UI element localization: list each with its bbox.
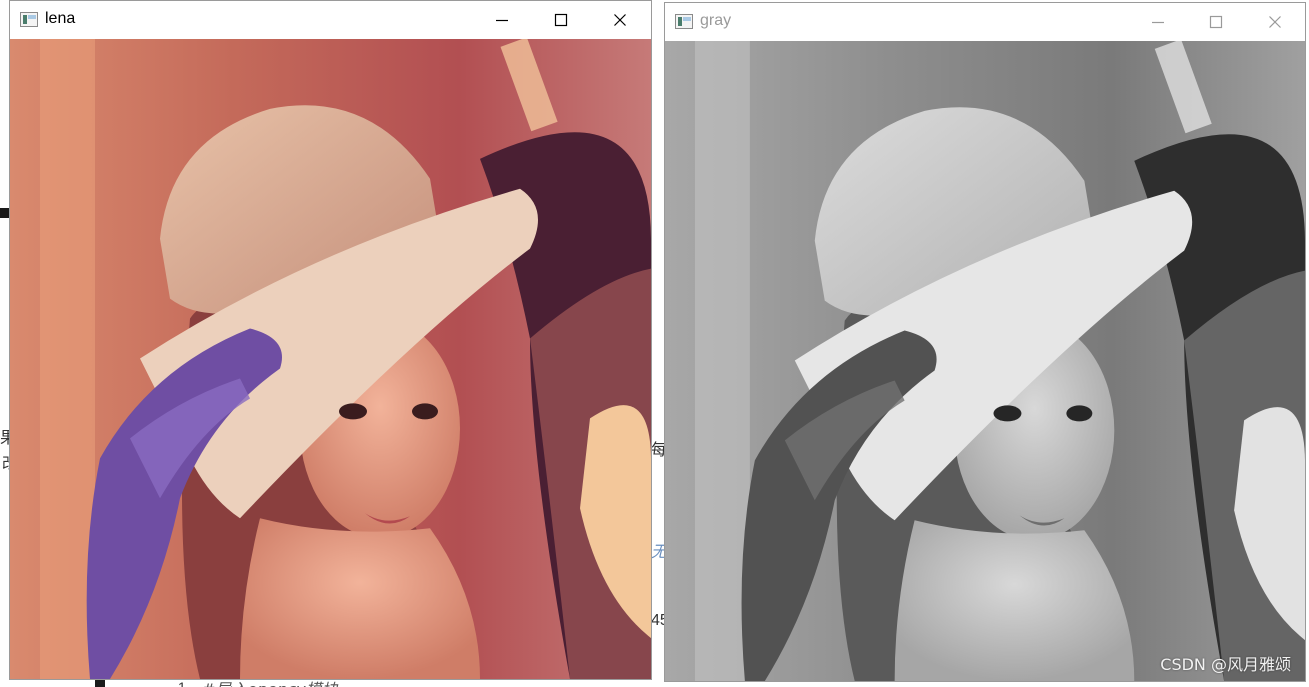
app-icon bbox=[20, 12, 38, 27]
lena-window[interactable]: lena bbox=[9, 0, 652, 680]
maximize-button[interactable] bbox=[532, 1, 590, 39]
gray-image: CSDN @风月雅颂 bbox=[665, 41, 1305, 681]
minimize-button[interactable] bbox=[473, 1, 531, 39]
lena-titlebar[interactable]: lena bbox=[10, 1, 651, 39]
minimize-icon bbox=[496, 19, 508, 22]
close-icon bbox=[614, 14, 626, 26]
gray-window-title: gray bbox=[700, 12, 732, 29]
minimize-button[interactable] bbox=[1129, 3, 1187, 41]
lena-image bbox=[10, 39, 651, 679]
grayscale-portrait-image bbox=[665, 41, 1305, 681]
gray-titlebar[interactable]: gray bbox=[665, 3, 1305, 41]
close-icon bbox=[1269, 16, 1281, 28]
close-button[interactable] bbox=[1246, 3, 1304, 41]
watermark-text: CSDN @风月雅颂 bbox=[1160, 655, 1291, 674]
lena-window-title: lena bbox=[45, 10, 76, 27]
code-line-number: 1 bbox=[178, 679, 186, 687]
color-portrait-image bbox=[10, 39, 651, 679]
minimize-icon bbox=[1152, 21, 1164, 24]
maximize-icon bbox=[554, 13, 568, 27]
app-icon bbox=[675, 14, 693, 29]
maximize-icon bbox=[1209, 15, 1223, 29]
close-button[interactable] bbox=[591, 1, 649, 39]
maximize-button[interactable] bbox=[1187, 3, 1245, 41]
gray-window[interactable]: gray CSDN @风月雅颂 bbox=[664, 2, 1306, 682]
